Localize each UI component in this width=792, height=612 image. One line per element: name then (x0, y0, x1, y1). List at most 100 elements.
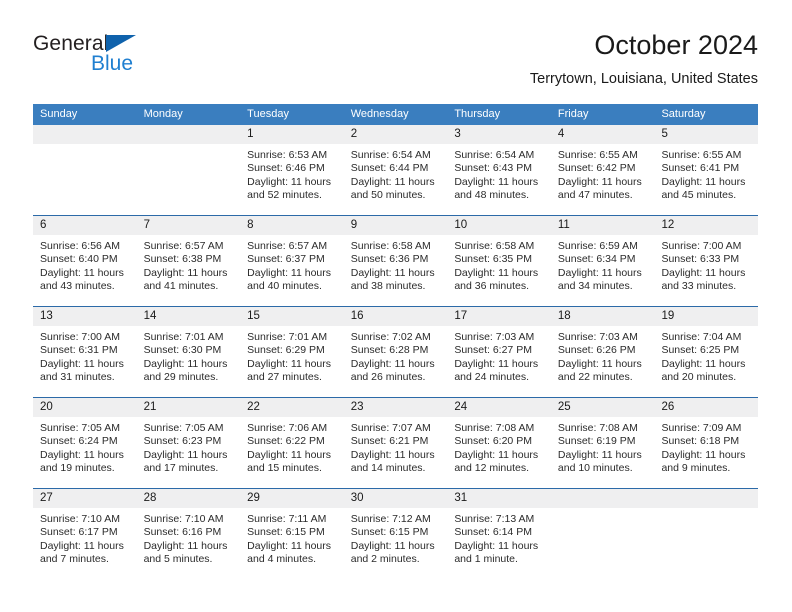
day-cell[interactable]: 14 Sunrise: 7:01 AM Sunset: 6:30 PM Dayl… (136, 307, 241, 397)
day-number: 5 (654, 125, 759, 144)
day-cell[interactable]: 31 Sunrise: 7:13 AM Sunset: 6:14 PM Dayl… (447, 489, 551, 579)
daylight-text-line2: and 5 minutes. (143, 553, 213, 566)
day-info: Sunrise: 7:03 AM Sunset: 6:26 PM Dayligh… (551, 326, 655, 385)
sunrise-text: Sunrise: 6:57 AM (247, 240, 328, 252)
daylight-text-line1: Daylight: 11 hours (661, 357, 746, 370)
day-cell[interactable]: 18 Sunrise: 7:03 AM Sunset: 6:26 PM Dayl… (550, 307, 655, 397)
day-number: 21 (136, 398, 241, 417)
day-cell[interactable]: 30 Sunrise: 7:12 AM Sunset: 6:15 PM Dayl… (343, 489, 448, 579)
day-cell[interactable]: 28 Sunrise: 7:10 AM Sunset: 6:16 PM Dayl… (136, 489, 241, 579)
day-info: Sunrise: 7:04 AM Sunset: 6:25 PM Dayligh… (654, 326, 758, 385)
daylight-text-line2: and 47 minutes. (557, 189, 633, 202)
day-cell[interactable]: 24 Sunrise: 7:08 AM Sunset: 6:20 PM Dayl… (447, 398, 551, 488)
daylight-text-line1: Daylight: 11 hours (247, 539, 332, 552)
day-number: 29 (240, 489, 344, 508)
daylight-text-line1: Daylight: 11 hours (350, 266, 435, 279)
sunset-text: Sunset: 6:33 PM (661, 253, 740, 266)
weekday-header-tuesday: Tuesday (247, 108, 289, 120)
daylight-text-line1: Daylight: 11 hours (557, 448, 642, 461)
day-number: 16 (343, 307, 448, 326)
sunset-text: Sunset: 6:16 PM (143, 526, 222, 539)
day-cell[interactable]: 1 Sunrise: 6:53 AM Sunset: 6:46 PM Dayli… (240, 125, 344, 215)
day-cell[interactable]: 2 Sunrise: 6:54 AM Sunset: 6:44 PM Dayli… (343, 125, 448, 215)
day-cell[interactable]: 13 Sunrise: 7:00 AM Sunset: 6:31 PM Dayl… (33, 307, 137, 397)
day-cell[interactable]: 10 Sunrise: 6:58 AM Sunset: 6:35 PM Dayl… (447, 216, 551, 306)
sunset-text: Sunset: 6:40 PM (40, 253, 118, 266)
daylight-text-line2: and 2 minutes. (350, 553, 420, 566)
sunset-text: Sunset: 6:15 PM (247, 526, 325, 539)
day-cell[interactable] (33, 125, 137, 215)
page-header: General Blue October 2024 Terrytown, Lou… (33, 28, 758, 98)
day-info: Sunrise: 7:01 AM Sunset: 6:30 PM Dayligh… (137, 326, 241, 385)
week-row: 6 Sunrise: 6:56 AM Sunset: 6:40 PM Dayli… (33, 215, 759, 306)
day-cell[interactable] (136, 125, 241, 215)
day-number (33, 125, 137, 144)
day-cell[interactable]: 29 Sunrise: 7:11 AM Sunset: 6:15 PM Dayl… (240, 489, 344, 579)
day-cell[interactable]: 15 Sunrise: 7:01 AM Sunset: 6:29 PM Dayl… (240, 307, 344, 397)
sunset-text: Sunset: 6:42 PM (557, 162, 636, 175)
sunrise-text: Sunrise: 7:05 AM (143, 422, 224, 434)
daylight-text-line2: and 12 minutes. (454, 462, 530, 475)
day-cell[interactable]: 27 Sunrise: 7:10 AM Sunset: 6:17 PM Dayl… (33, 489, 137, 579)
sunrise-text: Sunrise: 7:04 AM (661, 331, 742, 343)
day-cell[interactable]: 7 Sunrise: 6:57 AM Sunset: 6:38 PM Dayli… (136, 216, 241, 306)
daylight-text-line2: and 14 minutes. (350, 462, 426, 475)
sunset-text: Sunset: 6:18 PM (661, 435, 740, 448)
day-cell[interactable]: 11 Sunrise: 6:59 AM Sunset: 6:34 PM Dayl… (550, 216, 655, 306)
daylight-text-line2: and 29 minutes. (143, 371, 219, 384)
daylight-text-line1: Daylight: 11 hours (350, 175, 435, 188)
daylight-text-line2: and 45 minutes. (661, 189, 737, 202)
sunrise-text: Sunrise: 7:10 AM (40, 513, 120, 525)
sunrise-text: Sunrise: 7:07 AM (350, 422, 431, 434)
weekday-header-saturday: Saturday (661, 108, 706, 120)
day-info: Sunrise: 7:10 AM Sunset: 6:17 PM Dayligh… (33, 508, 137, 567)
day-cell[interactable]: 21 Sunrise: 7:05 AM Sunset: 6:23 PM Dayl… (136, 398, 241, 488)
logo-text-blue: Blue (91, 52, 134, 75)
day-cell[interactable] (550, 489, 655, 579)
sunset-text: Sunset: 6:25 PM (661, 344, 740, 357)
day-info: Sunrise: 7:08 AM Sunset: 6:20 PM Dayligh… (447, 417, 551, 476)
day-cell[interactable]: 19 Sunrise: 7:04 AM Sunset: 6:25 PM Dayl… (654, 307, 759, 397)
day-number: 7 (136, 216, 241, 235)
day-number: 24 (447, 398, 551, 417)
sunrise-text: Sunrise: 6:53 AM (247, 149, 328, 161)
day-cell[interactable] (654, 489, 759, 579)
sunset-text: Sunset: 6:23 PM (143, 435, 222, 448)
daylight-text-line1: Daylight: 11 hours (143, 357, 228, 370)
sunset-text: Sunset: 6:35 PM (454, 253, 532, 266)
weekday-header-row: Sunday Monday Tuesday Wednesday Thursday… (33, 104, 758, 125)
day-info: Sunrise: 6:57 AM Sunset: 6:37 PM Dayligh… (240, 235, 344, 294)
day-cell[interactable]: 8 Sunrise: 6:57 AM Sunset: 6:37 PM Dayli… (240, 216, 344, 306)
day-number: 6 (33, 216, 137, 235)
sunrise-text: Sunrise: 6:59 AM (557, 240, 638, 252)
day-cell[interactable]: 4 Sunrise: 6:55 AM Sunset: 6:42 PM Dayli… (550, 125, 655, 215)
sunset-text: Sunset: 6:37 PM (247, 253, 325, 266)
day-cell[interactable]: 17 Sunrise: 7:03 AM Sunset: 6:27 PM Dayl… (447, 307, 551, 397)
sunset-text: Sunset: 6:22 PM (247, 435, 325, 448)
day-cell[interactable]: 25 Sunrise: 7:08 AM Sunset: 6:19 PM Dayl… (550, 398, 655, 488)
daylight-text-line2: and 27 minutes. (247, 371, 322, 384)
day-cell[interactable]: 9 Sunrise: 6:58 AM Sunset: 6:36 PM Dayli… (343, 216, 448, 306)
day-cell[interactable]: 20 Sunrise: 7:05 AM Sunset: 6:24 PM Dayl… (33, 398, 137, 488)
day-cell[interactable]: 16 Sunrise: 7:02 AM Sunset: 6:28 PM Dayl… (343, 307, 448, 397)
day-cell[interactable]: 12 Sunrise: 7:00 AM Sunset: 6:33 PM Dayl… (654, 216, 759, 306)
day-cell[interactable]: 22 Sunrise: 7:06 AM Sunset: 6:22 PM Dayl… (240, 398, 344, 488)
day-number: 2 (343, 125, 448, 144)
sunset-text: Sunset: 6:24 PM (40, 435, 118, 448)
day-cell[interactable]: 3 Sunrise: 6:54 AM Sunset: 6:43 PM Dayli… (447, 125, 551, 215)
day-info: Sunrise: 7:01 AM Sunset: 6:29 PM Dayligh… (240, 326, 344, 385)
day-cell[interactable]: 6 Sunrise: 6:56 AM Sunset: 6:40 PM Dayli… (33, 216, 137, 306)
day-info: Sunrise: 6:53 AM Sunset: 6:46 PM Dayligh… (240, 144, 344, 203)
daylight-text-line2: and 31 minutes. (40, 371, 115, 384)
sunset-text: Sunset: 6:36 PM (350, 253, 429, 266)
day-cell[interactable]: 5 Sunrise: 6:55 AM Sunset: 6:41 PM Dayli… (654, 125, 759, 215)
day-cell[interactable]: 23 Sunrise: 7:07 AM Sunset: 6:21 PM Dayl… (343, 398, 448, 488)
daylight-text-line2: and 36 minutes. (454, 280, 530, 293)
day-info: Sunrise: 7:11 AM Sunset: 6:15 PM Dayligh… (240, 508, 344, 567)
page-subtitle: Terrytown, Louisiana, United States (529, 71, 758, 87)
sunrise-text: Sunrise: 7:13 AM (454, 513, 535, 525)
day-number: 27 (33, 489, 137, 508)
day-info (137, 144, 241, 149)
sunrise-text: Sunrise: 7:12 AM (350, 513, 431, 525)
day-cell[interactable]: 26 Sunrise: 7:09 AM Sunset: 6:18 PM Dayl… (654, 398, 759, 488)
